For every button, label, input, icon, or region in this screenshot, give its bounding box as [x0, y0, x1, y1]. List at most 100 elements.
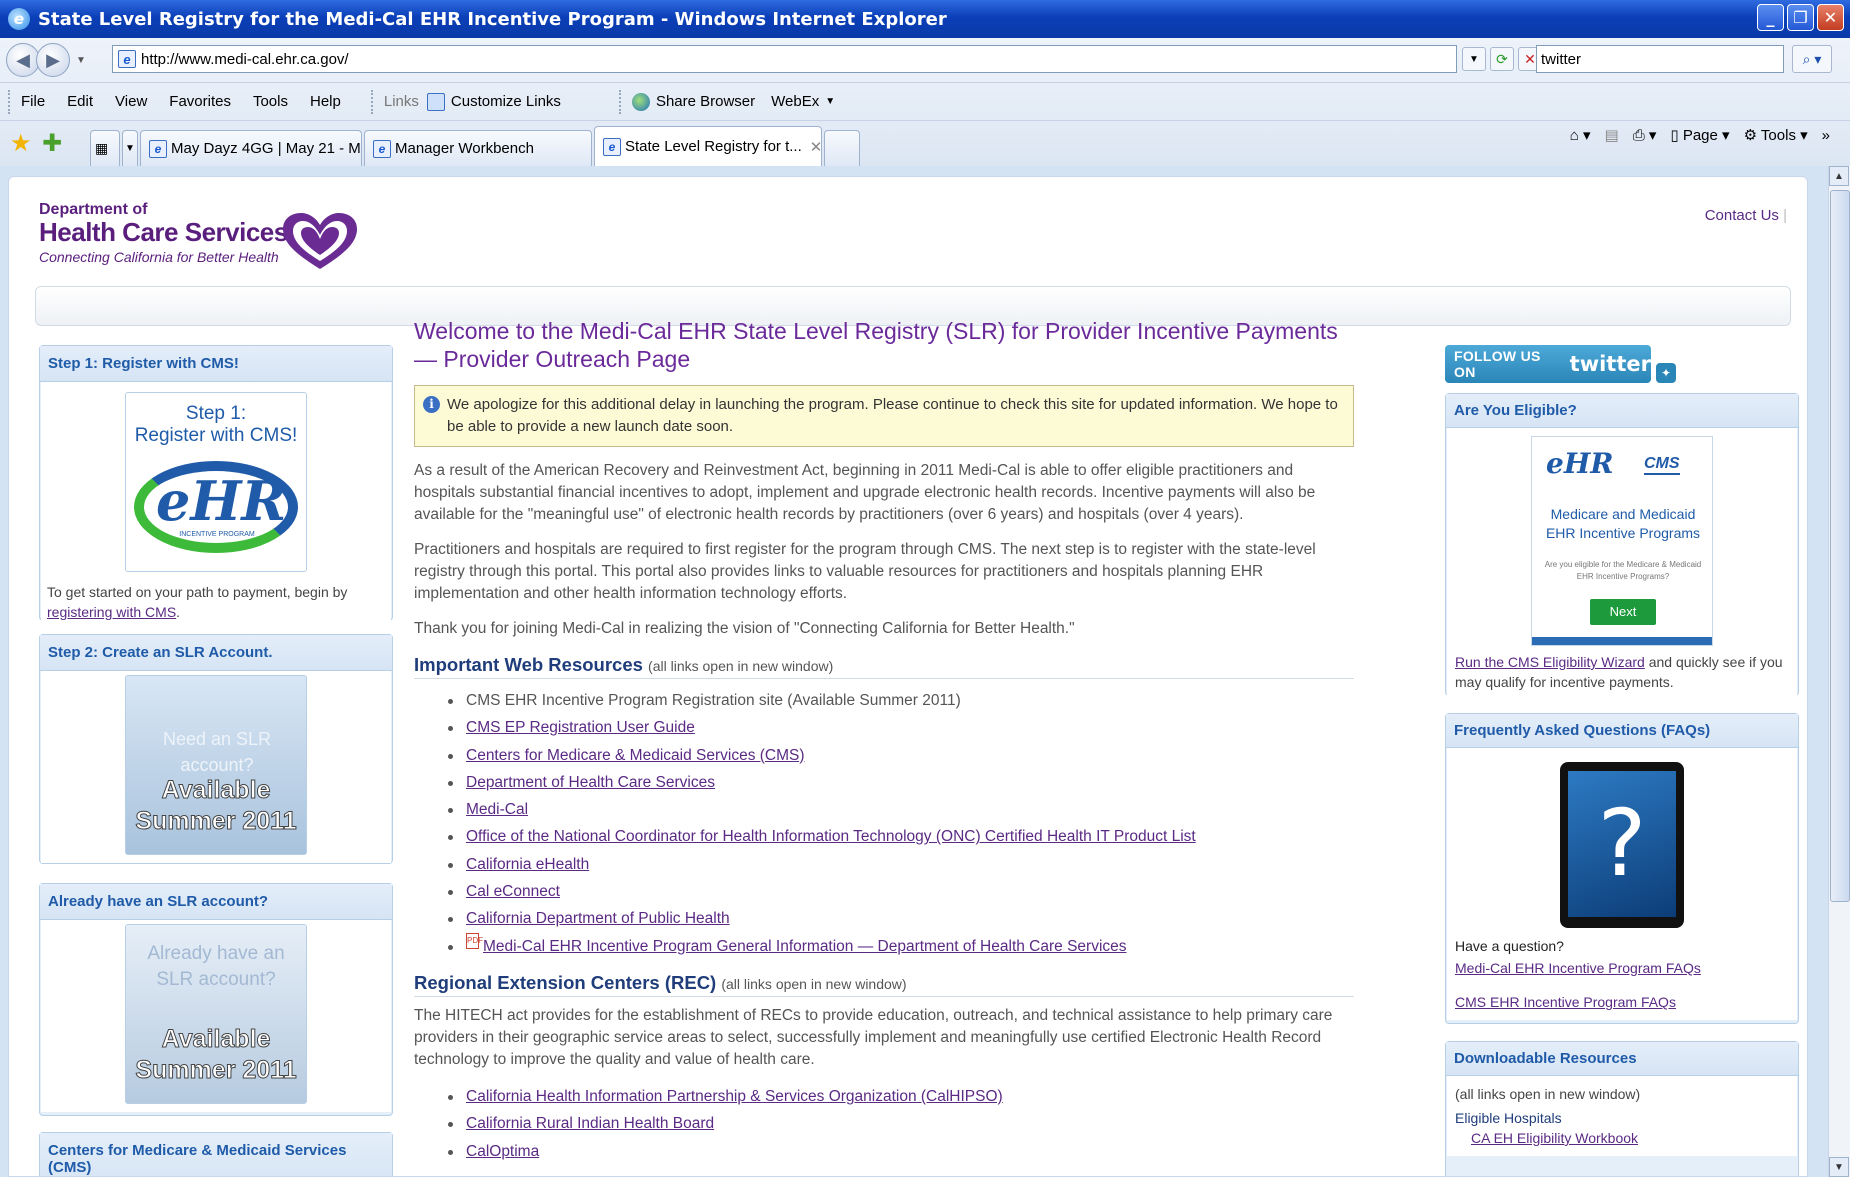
share-browser-button[interactable]: Share Browser — [656, 93, 755, 110]
home-icon[interactable]: ⌂ ▾ — [1570, 126, 1591, 144]
rec-list: California Health Information Partnershi… — [414, 1083, 1354, 1165]
heart-hands-icon — [283, 213, 357, 269]
address-bar[interactable]: e http://www.medi-cal.ehr.ca.gov/ — [112, 45, 1457, 73]
card-question: Are you eligible for the Medicare & Medi… — [1544, 560, 1702, 581]
forward-button[interactable]: ▶ — [36, 43, 70, 77]
minimize-button[interactable]: _ — [1757, 4, 1784, 31]
already-heading: Already have an SLR account? — [40, 884, 392, 920]
list-item: Office of the National Coordinator for H… — [448, 823, 1354, 850]
twitter-bird-icon[interactable]: ✦ — [1656, 363, 1676, 383]
tools-menu-button[interactable]: ⚙ Tools ▾ — [1744, 126, 1808, 144]
medi-cal-faq-link[interactable]: Medi-Cal EHR Incentive Program FAQs — [1455, 960, 1701, 976]
refresh-icon[interactable]: ⟳ — [1490, 47, 1514, 71]
maximize-button[interactable]: ❐ — [1787, 4, 1814, 31]
eligibility-wizard-link[interactable]: Run the CMS Eligibility Wizard — [1455, 654, 1645, 670]
rec-title: Regional Extension Centers (REC) — [414, 971, 717, 993]
address-dropdown-icon[interactable]: ▼ — [1462, 47, 1486, 71]
step1-text: To get started on your path to payment, … — [47, 582, 385, 622]
close-window-button[interactable]: ✕ — [1817, 4, 1844, 31]
customize-links-link[interactable]: Customize Links — [451, 93, 561, 110]
intro-paragraph: As a result of the American Recovery and… — [414, 462, 1316, 523]
globe-icon — [631, 92, 650, 111]
tab-manager-workbench[interactable]: e Manager Workbench — [364, 130, 592, 166]
close-tab-icon[interactable]: ✕ — [810, 138, 821, 156]
tab-list-dropdown[interactable]: ▼ — [122, 130, 138, 166]
menu-help[interactable]: Help — [310, 93, 341, 110]
resource-link-cms-ep-guide[interactable]: CMS EP Registration User Guide — [466, 719, 695, 736]
toolbar-grip — [370, 89, 374, 114]
step1-text-body: To get started on your path to payment, … — [47, 584, 348, 600]
eligibility-wizard-card[interactable]: eHR CMS Medicare and Medicaid EHR Incent… — [1531, 436, 1713, 646]
rec-link-calhipso[interactable]: California Health Information Partnershi… — [466, 1088, 1003, 1105]
resource-link-dhcs[interactable]: Department of Health Care Services — [466, 774, 715, 791]
register-cms-link[interactable]: registering with CMS — [47, 604, 176, 620]
webex-dropdown-icon[interactable]: ▼ — [825, 96, 835, 107]
address-row: ◀ ▶ ▼ e http://www.medi-cal.ehr.ca.gov/ … — [0, 38, 1850, 82]
tab-label: State Level Registry for t... — [625, 138, 802, 155]
menu-tools[interactable]: Tools — [253, 93, 288, 110]
step1-img-line2: Register with CMS! — [134, 425, 298, 446]
card-next-button[interactable]: Next — [1590, 599, 1656, 625]
tools-menu-label: Tools — [1760, 127, 1796, 144]
feeds-icon[interactable]: ▤ — [1605, 126, 1619, 144]
new-tab-button[interactable] — [824, 130, 860, 166]
resource-link-cal-econnect[interactable]: Cal eConnect — [466, 883, 560, 900]
follow-twitter-button[interactable]: FOLLOW US ON twitter — [1445, 345, 1651, 383]
menu-edit[interactable]: Edit — [67, 93, 93, 110]
downloads-box: Downloadable Resources (all links open i… — [1445, 1041, 1799, 1176]
rec-link-crihb[interactable]: California Rural Indian Health Board — [466, 1115, 714, 1132]
resource-link-onc[interactable]: Office of the National Coordinator for H… — [466, 828, 1196, 845]
scroll-down-arrow-icon[interactable]: ▼ — [1829, 1157, 1849, 1177]
resource-link-medi-cal[interactable]: Medi-Cal — [466, 801, 528, 818]
page-menu-button[interactable]: ▯ Page ▾ — [1670, 126, 1729, 144]
faq-links: Medi-Cal EHR Incentive Program FAQs CMS … — [1455, 958, 1789, 1012]
resource-link-cms[interactable]: Centers for Medicare & Medicaid Services… — [466, 747, 805, 764]
resource-link-general-info-pdf[interactable]: Medi-Cal EHR Incentive Program General I… — [483, 938, 1127, 955]
web-resources-title: Important Web Resources — [414, 654, 643, 675]
create-slr-image: Need an SLR account? Available Summer 20… — [125, 675, 307, 855]
register-cms-image[interactable]: Step 1: Register with CMS! eHR INCENTIVE… — [125, 392, 307, 572]
menu-favorites[interactable]: Favorites — [169, 93, 231, 110]
add-favorites-icon[interactable]: ✚ — [42, 132, 66, 156]
back-button[interactable]: ◀ — [6, 43, 40, 77]
rec-link-caloptima[interactable]: CalOptima — [466, 1143, 539, 1160]
print-icon[interactable]: ⎙ ▾ — [1633, 126, 1657, 144]
ca-eh-workbook-link[interactable]: CA EH Eligibility Workbook — [1471, 1130, 1638, 1146]
web-resources-note: (all links open in new window) — [648, 658, 834, 674]
thank-you-paragraph: Thank you for joining Medi-Cal in realiz… — [414, 620, 1075, 637]
scroll-thumb[interactable] — [1830, 190, 1850, 902]
eligible-hospitals-subhead: Eligible Hospitals — [1455, 1110, 1562, 1126]
resource-link-cdph[interactable]: California Department of Public Health — [466, 910, 730, 927]
search-input[interactable]: twitter — [1536, 45, 1784, 73]
question-mark-icon: ? — [1568, 771, 1676, 917]
cms-faq-link[interactable]: CMS EHR Incentive Program FAQs — [1455, 992, 1676, 1012]
contact-us-link[interactable]: Contact Us | — [1705, 207, 1787, 224]
resource-link-ca-ehealth[interactable]: California eHealth — [466, 856, 589, 873]
eligible-heading: Are You Eligible? — [1446, 394, 1798, 428]
toolbar-overflow-icon[interactable]: » — [1822, 127, 1830, 144]
window-controls: _ ❐ ✕ — [1757, 4, 1844, 31]
search-icon[interactable]: ⌕ ▾ — [1792, 45, 1832, 73]
ie-page-icon — [426, 92, 445, 111]
tab-state-level-registry[interactable]: e State Level Registry for t... ✕ — [594, 126, 822, 166]
vertical-scrollbar[interactable]: ▲ ▼ — [1828, 166, 1850, 1177]
tab-maydayz[interactable]: e May Dayz 4GG | May 21 - Ma... — [140, 130, 362, 166]
webex-button[interactable]: WebEx — [771, 93, 819, 110]
dhcs-logo[interactable]: Department of Health Care Services Conne… — [39, 201, 288, 265]
already-box: Already have an SLR account? Already hav… — [39, 883, 393, 1116]
menu-file[interactable]: File — [21, 93, 45, 110]
card-ehr-logo: eHR — [1546, 447, 1614, 480]
ie-logo-icon: e — [8, 8, 30, 30]
list-item: California eHealth — [448, 851, 1354, 878]
contact-us-label: Contact Us — [1704, 207, 1779, 224]
scroll-up-arrow-icon[interactable]: ▲ — [1829, 166, 1849, 186]
quick-tabs-button[interactable]: ▦ — [90, 130, 120, 166]
logo-tagline: Connecting California for Better Health — [39, 249, 279, 265]
menu-view[interactable]: View — [115, 93, 147, 110]
history-dropdown-icon[interactable]: ▼ — [76, 55, 86, 66]
toolbar-grip — [8, 89, 11, 114]
rec-paragraph: The HITECH act provides for the establis… — [414, 1006, 1333, 1068]
page-icon: e — [118, 50, 136, 68]
list-item: California Department of Public Health — [448, 905, 1354, 932]
favorites-star-icon[interactable]: ★ — [10, 132, 34, 156]
